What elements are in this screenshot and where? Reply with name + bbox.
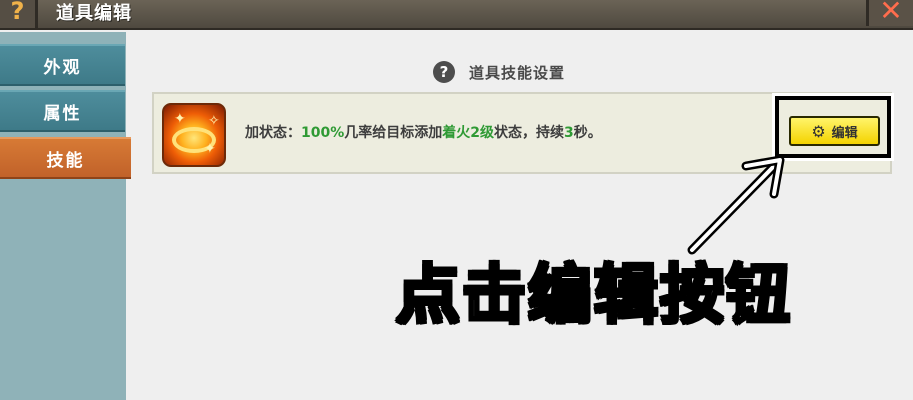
desc-duration: 3 xyxy=(564,125,574,141)
desc-text: 状态，持续 xyxy=(494,125,565,141)
section-title: 道具技能设置 xyxy=(469,63,566,82)
sidebar-item-appearance[interactable]: 外观 xyxy=(0,44,125,86)
gear-icon: ⚙ xyxy=(811,121,826,141)
desc-status: 着火2级 xyxy=(442,125,495,141)
desc-prefix: 加状态： xyxy=(245,125,301,141)
desc-suffix: 秒。 xyxy=(573,125,602,141)
close-button[interactable]: ✕ xyxy=(866,0,913,27)
help-icon: ? xyxy=(10,0,25,25)
item-editor-screen: ? 道具编辑 ✕ 外观 属性 技能 ? 道具技能设置 ✦ ✦ ✧ 加状态：100… xyxy=(0,0,913,400)
title-bar: ? 道具编辑 ✕ xyxy=(0,0,913,30)
fire-ring-icon: ✦ ✦ ✧ xyxy=(162,103,226,167)
sidebar-item-skills[interactable]: 技能 xyxy=(0,137,131,179)
edit-button[interactable]: ⚙ 编辑 xyxy=(789,116,880,146)
sidebar-item-attributes[interactable]: 属性 xyxy=(0,90,125,132)
sidebar-item-label: 技能 xyxy=(46,150,85,171)
edit-button-label: 编辑 xyxy=(831,125,858,141)
skill-description: 加状态：100%几率给目标添加着火2级状态，持续3秒。 xyxy=(245,122,602,142)
window-title: 道具编辑 xyxy=(56,3,132,24)
sidebar: 外观 属性 技能 xyxy=(0,32,131,400)
help-button[interactable]: ? xyxy=(0,0,38,28)
question-icon[interactable]: ? xyxy=(433,61,455,83)
close-icon: ✕ xyxy=(879,0,903,27)
desc-chance: 100% xyxy=(301,125,345,141)
instruction-caption: 点击编辑按钮 xyxy=(395,258,792,335)
section-header: ? 道具技能设置 xyxy=(433,60,565,84)
desc-text: 几率给目标添加 xyxy=(344,125,443,141)
sidebar-item-label: 属性 xyxy=(43,103,82,124)
sidebar-item-label: 外观 xyxy=(43,57,82,78)
